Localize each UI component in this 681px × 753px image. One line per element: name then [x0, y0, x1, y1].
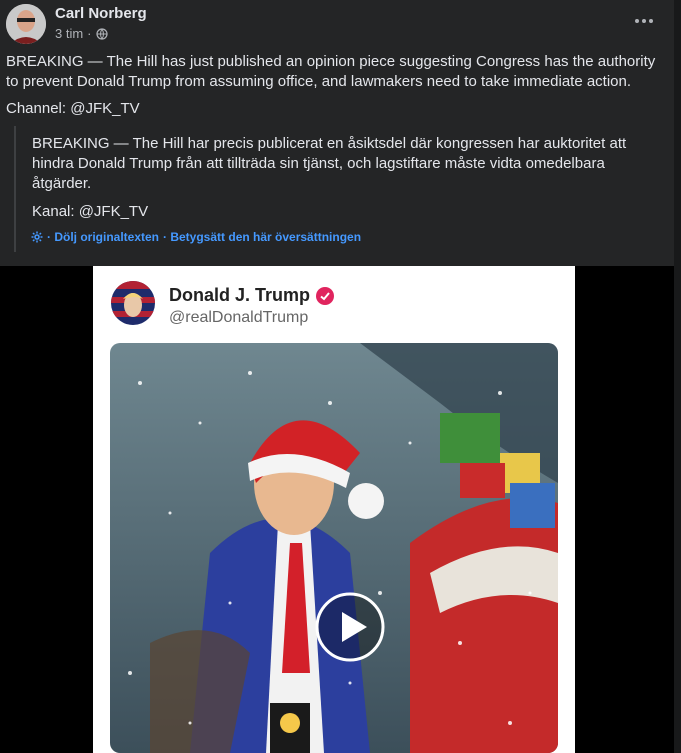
video-thumbnail [110, 343, 558, 753]
author-name[interactable]: Carl Norberg [55, 5, 147, 22]
translation-actions: · Dölj originaltexten · Betygsätt den hä… [31, 230, 361, 244]
translated-channel: Kanal: @JFK_TV [32, 203, 149, 220]
post-meta: 3 tim · [55, 26, 108, 41]
hide-original-link[interactable]: · Dölj originaltexten [47, 230, 159, 244]
play-icon [315, 592, 385, 662]
post-text: BREAKING — The Hill has just published a… [6, 53, 656, 90]
gear-icon[interactable] [31, 231, 43, 243]
tweet-handle: @realDonaldTrump [169, 309, 309, 326]
tweet-name-row: Donald J. Trump [169, 285, 335, 306]
author-avatar[interactable] [6, 4, 46, 44]
translation-block: BREAKING — The Hill har precis publicera… [14, 126, 666, 252]
tweet-image: Donald J. Trump @realDonaldTrump [93, 266, 575, 753]
post-channel: Channel: @JFK_TV [6, 100, 140, 117]
rate-translation-link[interactable]: · Betygsätt den här översättningen [163, 230, 361, 244]
globe-icon [95, 27, 108, 40]
tweet-avatar [111, 281, 155, 325]
tweet-name: Donald J. Trump [169, 285, 311, 305]
post-card: Carl Norberg 3 tim · BREAKING — The Hill… [0, 0, 674, 266]
play-button[interactable] [315, 592, 385, 662]
verified-icon [316, 286, 335, 305]
post-time[interactable]: 3 tim [55, 26, 83, 41]
video-frame[interactable] [110, 343, 558, 753]
meta-separator: · [87, 26, 92, 41]
media-container[interactable]: Donald J. Trump @realDonaldTrump [0, 266, 674, 753]
more-dots-icon [635, 19, 653, 23]
more-options-button[interactable] [634, 8, 654, 29]
translated-text: BREAKING — The Hill har precis publicera… [32, 135, 627, 192]
